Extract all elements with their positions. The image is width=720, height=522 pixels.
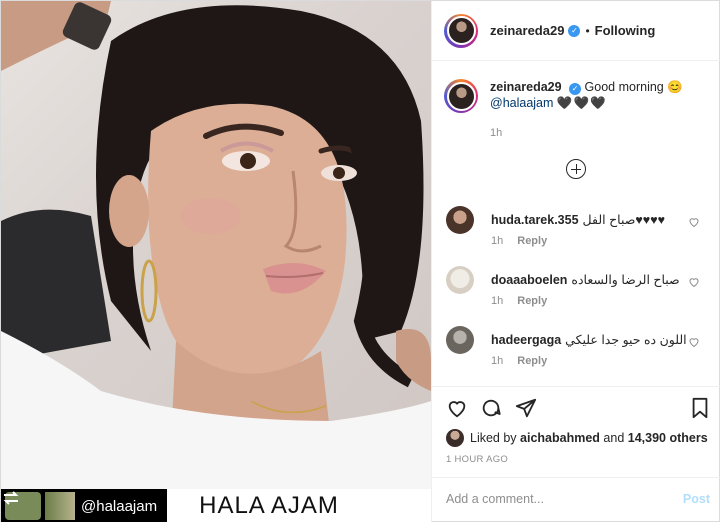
header-username[interactable]: zeinareda29	[490, 23, 564, 38]
comment-meta: 1h Reply	[491, 355, 547, 367]
caption-text: Good morning 😊	[584, 80, 683, 94]
comment-item: huda.tarek.355 صباح الفل♥♥♥♥ 1h Reply	[432, 206, 720, 266]
caption-verified-icon: ✓	[569, 83, 582, 95]
comment-username[interactable]: doaaaboelen	[491, 273, 567, 287]
comment-time: 1h	[491, 355, 504, 367]
plus-circle-icon[interactable]	[566, 159, 586, 179]
reply-button[interactable]: Reply	[517, 235, 547, 247]
likes-summary: Liked by aichabahmed and 14,390 others	[446, 429, 708, 447]
bookmark-icon[interactable]	[690, 397, 710, 419]
following-button[interactable]: Following	[595, 23, 656, 38]
heart-icon[interactable]	[688, 276, 700, 288]
comment-body: صباح الرضا والسعاده	[571, 273, 680, 287]
instagram-post-modal: @halaajam HALA AJAM zeinareda29 ✓ • Foll…	[0, 0, 720, 522]
comment-time: 1h	[491, 235, 504, 247]
add-comment-input[interactable]	[446, 492, 666, 506]
caption-story-ring[interactable]	[444, 79, 478, 113]
comment-text: hadeergaga اللون ده حيو جدا عليكي	[491, 332, 687, 347]
comment-body: صباح الفل♥♥♥♥	[582, 213, 666, 227]
avatar	[446, 16, 476, 45]
comment-body: اللون ده حيو جدا عليكي	[565, 333, 687, 347]
comment-item: doaaaboelen صباح الرضا والسعاده 1h Reply	[432, 266, 720, 326]
story-ring[interactable]	[444, 13, 478, 48]
comment-bubble-icon[interactable]	[480, 397, 502, 419]
share-paperplane-icon[interactable]	[515, 397, 537, 419]
likes-count[interactable]: 14,390 others	[628, 431, 708, 445]
caption-time: 1h	[490, 127, 503, 139]
separator-dot: •	[585, 23, 590, 38]
post-caption: zeinareda29 ✓ Good morning 😊 @halaajam 🖤…	[432, 61, 720, 141]
liker-username[interactable]: aichabahmed	[520, 431, 600, 445]
heart-icon[interactable]	[688, 216, 700, 228]
post-photo[interactable]: @halaajam HALA AJAM	[1, 1, 431, 522]
caption-avatar	[446, 81, 476, 111]
comment-avatar[interactable]	[446, 326, 474, 354]
comment-text: huda.tarek.355 صباح الفل♥♥♥♥	[491, 212, 665, 227]
watermark-handle: @halaajam	[81, 497, 158, 515]
comment-item: hadeergaga اللون ده حيو جدا عليكي 1h Reply	[432, 326, 720, 386]
comment-meta: 1h Reply	[491, 235, 547, 247]
comment-username[interactable]: huda.tarek.355	[491, 213, 579, 227]
likes-prefix: Liked by	[470, 431, 517, 445]
comment-avatar[interactable]	[446, 266, 474, 294]
caption-hearts: 🖤🖤🖤	[556, 96, 607, 110]
caption-body: zeinareda29 ✓ Good morning 😊 @halaajam 🖤…	[490, 79, 683, 141]
repost-logo-icon	[3, 491, 41, 520]
watermark-thumbnail	[45, 492, 75, 520]
comment-text: doaaaboelen صباح الرضا والسعاده	[491, 272, 680, 287]
like-heart-icon[interactable]	[446, 397, 468, 419]
post-comment-button[interactable]: Post	[683, 492, 710, 506]
action-bar	[432, 386, 720, 432]
heart-icon[interactable]	[688, 336, 700, 348]
post-timestamp[interactable]: 1 HOUR AGO	[446, 454, 508, 465]
post-side-panel: zeinareda29 ✓ • Following zeinareda29 ✓ …	[431, 1, 720, 522]
comment-meta: 1h Reply	[491, 295, 547, 307]
watermark-name: HALA AJAM	[199, 492, 339, 519]
add-comment-bar: Post	[432, 477, 720, 522]
reply-button[interactable]: Reply	[517, 355, 547, 367]
liker-avatar[interactable]	[446, 429, 464, 447]
reply-button[interactable]: Reply	[517, 295, 547, 307]
comment-avatar[interactable]	[446, 206, 474, 234]
comment-username[interactable]: hadeergaga	[491, 333, 561, 347]
comment-time: 1h	[491, 295, 504, 307]
likes-and: and	[603, 431, 625, 445]
verified-badge-icon: ✓	[568, 24, 581, 37]
caption-mention[interactable]: @halaajam	[490, 96, 553, 110]
caption-username[interactable]: zeinareda29	[490, 80, 562, 94]
photo-watermark: @halaajam HALA AJAM	[1, 489, 431, 522]
portrait-illustration	[1, 1, 431, 522]
watermark-badge: @halaajam	[1, 489, 168, 522]
post-header: zeinareda29 ✓ • Following	[432, 1, 720, 61]
